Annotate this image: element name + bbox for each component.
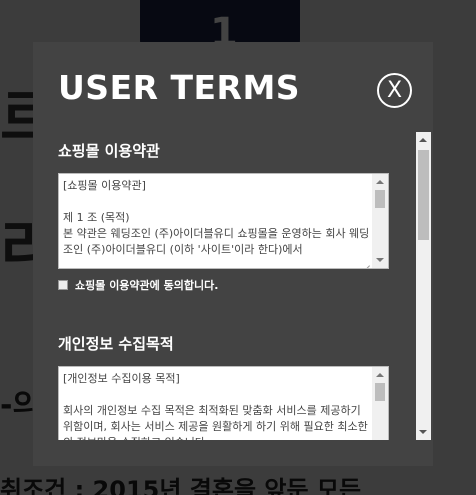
modal-title: USER TERMS (58, 68, 301, 107)
shop-terms-textarea[interactable]: [쇼핑몰 이용약관] 제 1 조 (목적) 본 약관은 웨딩조인 (주)아이더블… (58, 173, 389, 269)
terms-scroll-area[interactable]: 쇼핑몰 이용약관 [쇼핑몰 이용약관] 제 1 조 (목적) 본 약관은 웨딩조… (33, 132, 433, 440)
shop-terms-agree-row[interactable]: 쇼핑몰 이용약관에 동의합니다. (58, 277, 413, 293)
resize-grip-icon[interactable] (358, 254, 372, 268)
arrow-down-icon[interactable] (376, 258, 384, 262)
arrow-up-icon[interactable] (376, 373, 384, 377)
shop-terms-text: [쇼핑몰 이용약관] 제 1 조 (목적) 본 약관은 웨딩조인 (주)아이더블… (63, 179, 370, 256)
terms-scroll-content: 쇼핑몰 이용약관 [쇼핑몰 이용약관] 제 1 조 (목적) 본 약관은 웨딩조… (58, 132, 413, 440)
modal-scrollbar-thumb[interactable] (418, 150, 429, 240)
shop-terms-agree-label[interactable]: 쇼핑몰 이용약관에 동의합니다. (75, 277, 218, 293)
close-icon: X (386, 78, 403, 103)
arrow-up-icon[interactable] (419, 138, 427, 142)
terms-modal: USER TERMS X 쇼핑몰 이용약관 [쇼핑몰 이용약관] 제 1 조 (… (33, 42, 433, 466)
arrow-up-icon[interactable] (376, 180, 384, 184)
privacy-terms-text: [개인정보 수집이용 목적] 회사의 개인정보 수집 목적은 최적화된 맞춤화 … (63, 372, 368, 440)
privacy-terms-scrollbar[interactable] (372, 367, 388, 440)
scrollbar-thumb[interactable] (375, 383, 385, 401)
modal-scrollbar[interactable] (416, 132, 431, 440)
privacy-terms-textarea[interactable]: [개인정보 수집이용 목적] 회사의 개인정보 수집 목적은 최적화된 맞춤화 … (58, 366, 389, 440)
shop-terms-agree-checkbox[interactable] (58, 280, 68, 290)
shop-terms-scrollbar[interactable] (372, 174, 388, 268)
section-title-shop-terms: 쇼핑몰 이용약관 (58, 142, 160, 160)
arrow-down-icon[interactable] (419, 430, 427, 434)
close-button[interactable]: X (377, 73, 412, 108)
scrollbar-thumb[interactable] (375, 190, 385, 208)
section-title-privacy: 개인정보 수집목적 (58, 335, 174, 353)
